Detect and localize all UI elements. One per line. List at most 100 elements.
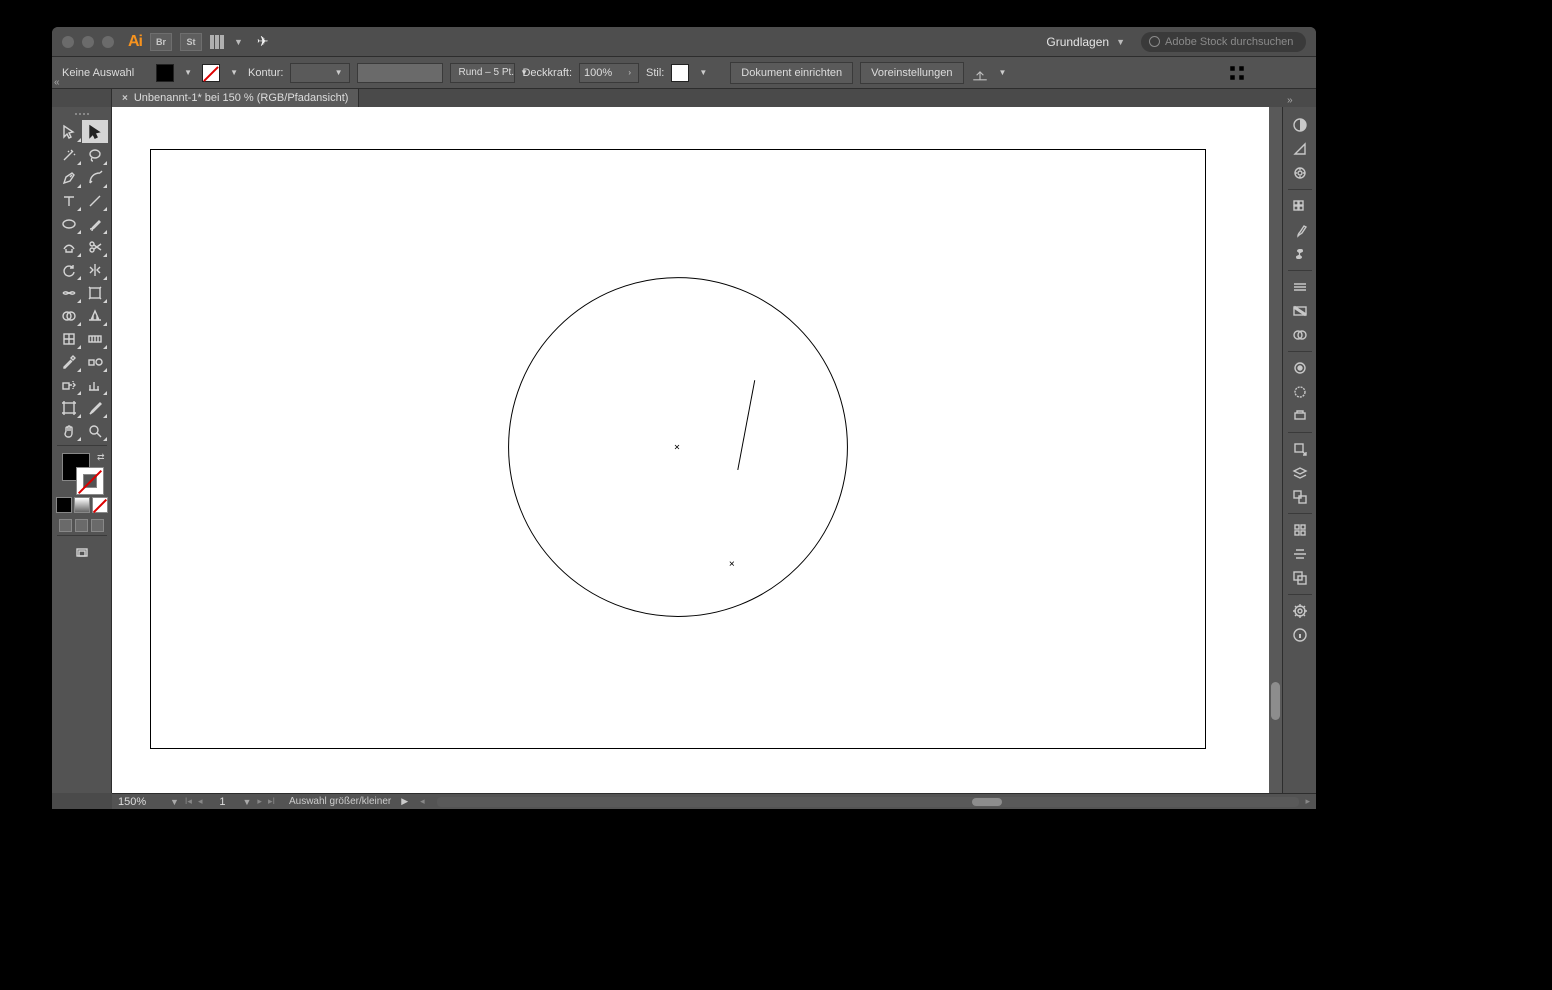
color-panel-icon[interactable] xyxy=(1283,113,1317,137)
anchor-point-1[interactable] xyxy=(675,445,679,449)
gpu-preview-icon[interactable]: ✈ xyxy=(257,33,269,50)
canvas[interactable] xyxy=(112,107,1282,793)
free-transform-tool[interactable] xyxy=(82,281,108,304)
scrollbar-thumb[interactable] xyxy=(1271,682,1280,720)
stroke-panel-icon[interactable] xyxy=(1283,275,1317,299)
lasso-tool[interactable] xyxy=(82,143,108,166)
horizontal-scrollbar[interactable] xyxy=(437,797,1300,807)
pen-tool[interactable] xyxy=(56,166,82,189)
color-mode-solid[interactable] xyxy=(56,497,72,513)
column-graph-tool[interactable] xyxy=(82,373,108,396)
artboards-panel-icon[interactable] xyxy=(1283,485,1317,509)
properties-panel-icon[interactable] xyxy=(1283,599,1317,623)
prev-artboard-button[interactable]: ◂ xyxy=(198,796,203,807)
curvature-tool[interactable] xyxy=(82,166,108,189)
next-artboard-button[interactable]: ▸ xyxy=(257,796,262,807)
info-panel-icon[interactable] xyxy=(1283,623,1317,647)
gradient-panel-icon[interactable] xyxy=(1283,299,1317,323)
appearance-panel-icon[interactable] xyxy=(1283,380,1317,404)
align-to-button[interactable] xyxy=(971,64,989,82)
width-tool[interactable] xyxy=(56,281,82,304)
panel-grip-icon[interactable] xyxy=(67,113,97,116)
bridge-button[interactable]: Br xyxy=(150,33,172,51)
draw-normal-mode[interactable] xyxy=(59,519,72,532)
align-panel-icon[interactable] xyxy=(1258,64,1276,82)
transform-panel-icon[interactable] xyxy=(1228,64,1246,82)
zoom-level-field[interactable]: 150% xyxy=(118,796,164,808)
zoom-window-button[interactable] xyxy=(102,36,114,48)
shape-builder-tool[interactable] xyxy=(56,304,82,327)
panel-menu-icon[interactable] xyxy=(1288,64,1306,82)
perspective-grid-tool[interactable] xyxy=(82,304,108,327)
opacity-field[interactable]: › xyxy=(579,63,639,83)
vertical-scrollbar[interactable] xyxy=(1269,107,1282,793)
minimize-window-button[interactable] xyxy=(82,36,94,48)
document-tab[interactable]: × Unbenannt-1* bei 150 % (RGB/Pfadansich… xyxy=(112,89,359,107)
scissors-tool[interactable] xyxy=(82,235,108,258)
last-artboard-button[interactable]: ▸I xyxy=(268,796,275,807)
recolor-panel-icon[interactable] xyxy=(1283,161,1317,185)
slice-tool[interactable] xyxy=(82,396,108,419)
hand-tool[interactable] xyxy=(56,419,82,442)
stock-search-input[interactable]: Adobe Stock durchsuchen xyxy=(1141,32,1306,52)
reflect-tool[interactable] xyxy=(82,258,108,281)
stroke-swatch[interactable] xyxy=(202,64,220,82)
export-panel-icon[interactable] xyxy=(1283,437,1317,461)
mesh-tool[interactable] xyxy=(56,327,82,350)
document-setup-button[interactable]: Dokument einrichten xyxy=(730,62,853,84)
rotate-tool[interactable] xyxy=(56,258,82,281)
blend-tool[interactable] xyxy=(82,350,108,373)
transform-panel-icon[interactable] xyxy=(1283,518,1317,542)
direct-selection-tool[interactable] xyxy=(82,120,108,143)
artboard[interactable] xyxy=(150,149,1206,749)
symbols-panel-icon[interactable] xyxy=(1283,242,1317,266)
width-profile-field[interactable] xyxy=(357,63,443,83)
preferences-button[interactable]: Voreinstellungen xyxy=(860,62,963,84)
color-guide-panel-icon[interactable] xyxy=(1283,137,1317,161)
chevron-down-icon[interactable]: ▼ xyxy=(181,68,195,77)
line-segment-tool[interactable] xyxy=(82,189,108,212)
libraries-panel-icon[interactable] xyxy=(1283,356,1317,380)
pathfinder-panel-icon[interactable] xyxy=(1283,566,1317,590)
shaper-tool[interactable] xyxy=(56,235,82,258)
stroke-weight-field[interactable]: ▼ xyxy=(290,63,350,83)
draw-behind-mode[interactable] xyxy=(75,519,88,532)
fill-stroke-control[interactable]: ⇄ xyxy=(60,453,104,493)
color-mode-none[interactable] xyxy=(92,497,108,513)
color-mode-gradient[interactable] xyxy=(74,497,90,513)
type-tool[interactable] xyxy=(56,189,82,212)
chevron-down-icon[interactable]: ▼ xyxy=(242,797,251,807)
layers-panel-icon[interactable] xyxy=(1283,461,1317,485)
ellipse-tool[interactable] xyxy=(56,212,82,235)
fill-swatch[interactable] xyxy=(156,64,174,82)
arrange-documents-button[interactable] xyxy=(210,35,224,49)
first-artboard-button[interactable]: I◂ xyxy=(185,796,192,807)
brushes-panel-icon[interactable] xyxy=(1283,218,1317,242)
brush-definition-field[interactable]: Rund – 5 Pt. ▼ xyxy=(450,63,515,83)
close-window-button[interactable] xyxy=(62,36,74,48)
symbol-sprayer-tool[interactable] xyxy=(56,373,82,396)
swap-fill-stroke-icon[interactable]: ⇄ xyxy=(97,452,105,463)
workspace-switcher[interactable]: Grundlagen ▼ xyxy=(1040,33,1131,51)
chevron-down-icon[interactable]: ▼ xyxy=(170,797,179,807)
align-panel-icon[interactable] xyxy=(1283,542,1317,566)
scroll-right-icon[interactable]: ▸ xyxy=(1305,796,1310,807)
selection-tool[interactable] xyxy=(56,120,82,143)
artboard-index-field[interactable]: 1 xyxy=(208,796,236,808)
draw-inside-mode[interactable] xyxy=(91,519,104,532)
close-tab-icon[interactable]: × xyxy=(122,93,128,104)
paintbrush-tool[interactable] xyxy=(82,212,108,235)
stroke-color-swatch[interactable] xyxy=(76,467,104,495)
anchor-point-2[interactable] xyxy=(730,562,734,566)
swatches-panel-icon[interactable] xyxy=(1283,194,1317,218)
chevron-down-icon[interactable]: ▼ xyxy=(227,68,241,77)
gradient-tool[interactable] xyxy=(82,327,108,350)
transparency-panel-icon[interactable] xyxy=(1283,323,1317,347)
scroll-left-icon[interactable]: ◂ xyxy=(420,796,425,807)
screen-mode-button[interactable] xyxy=(69,541,95,564)
magic-wand-tool[interactable] xyxy=(56,143,82,166)
artboard-tool[interactable] xyxy=(56,396,82,419)
graphic-styles-panel-icon[interactable] xyxy=(1283,404,1317,428)
graphic-style-swatch[interactable] xyxy=(671,64,689,82)
zoom-tool[interactable] xyxy=(82,419,108,442)
